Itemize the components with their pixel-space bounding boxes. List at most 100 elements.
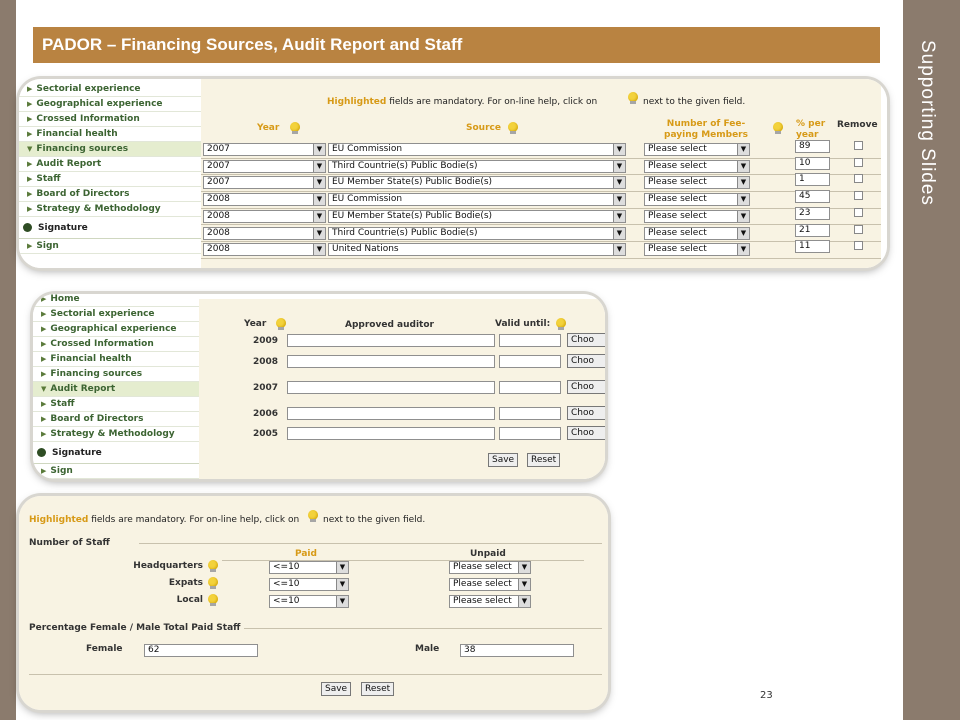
source-select[interactable]: United Nations ▼ [328, 243, 626, 257]
sidebar-item[interactable]: ▶ Sectorial experience [19, 82, 201, 97]
sidebar-item-signature[interactable]: Signature [19, 217, 201, 239]
valid-until-field[interactable] [499, 355, 561, 368]
sidebar-item[interactable]: ▶ Crossed Information [33, 337, 199, 352]
sidebar-item[interactable]: ▶ Staff [33, 397, 199, 412]
remove-checkbox[interactable] [854, 191, 863, 201]
members-select[interactable]: Please select ▼ [644, 159, 750, 173]
sidebar-item[interactable]: ▶ Crossed Information [19, 112, 201, 127]
female-field[interactable]: 62 [144, 644, 258, 657]
reset-button[interactable]: Reset [361, 682, 395, 696]
sidebar-item[interactable]: ▶ Financial health [33, 352, 199, 367]
help-bulb-icon[interactable] [207, 560, 219, 573]
year-help-icon[interactable] [275, 318, 287, 331]
percent-field[interactable]: 11 [795, 240, 830, 254]
choose-button[interactable]: Choo [567, 333, 605, 347]
auditor-field[interactable] [287, 407, 495, 420]
sidebar-item[interactable]: ▶ Board of Directors [33, 412, 199, 427]
unpaid-select[interactable]: Please select ▼ [449, 595, 531, 608]
sidebar-item[interactable]: ▶ Sectorial experience [33, 307, 199, 322]
valid-until-field[interactable] [499, 427, 561, 440]
help-bulb-icon[interactable] [207, 577, 219, 590]
choose-button[interactable]: Choo [567, 426, 605, 440]
sidebar-item[interactable]: ▶ Geographical experience [33, 322, 199, 337]
source-help-icon[interactable] [507, 122, 519, 135]
valid-until-field[interactable] [499, 381, 561, 394]
sidebar-item[interactable]: ▼ Audit Report [33, 382, 199, 397]
sidebar-item-sign[interactable]: ▶ Sign [19, 239, 201, 254]
choose-button[interactable]: Choo [567, 380, 605, 394]
auditor-field[interactable] [287, 334, 495, 347]
help-bulb-icon[interactable] [627, 92, 639, 105]
sidebar-item[interactable]: ▶ Financing sources [33, 367, 199, 382]
percent-field[interactable]: 21 [795, 223, 830, 237]
choose-button[interactable]: Choo [567, 406, 605, 420]
sidebar-item-signature[interactable]: Signature [33, 442, 199, 464]
members-select[interactable]: Please select ▼ [644, 243, 750, 257]
percent-field[interactable]: 89 [795, 140, 830, 153]
sidebar-item[interactable]: ▶ Strategy & Methodology [19, 202, 201, 217]
unpaid-select[interactable]: Please select ▼ [449, 561, 531, 574]
members-select[interactable]: Please select ▼ [644, 176, 750, 190]
arrow-right-icon: ▶ [41, 325, 47, 333]
year-label: 2007 [253, 383, 279, 393]
source-select[interactable]: EU Member State(s) Public Bodie(s) ▼ [328, 176, 626, 190]
remove-checkbox[interactable] [854, 157, 863, 167]
remove-checkbox[interactable] [854, 141, 863, 150]
sidebar-item[interactable]: ▶ Staff [19, 172, 201, 187]
source-select[interactable]: EU Member State(s) Public Bodie(s) ▼ [328, 209, 626, 223]
reset-button[interactable]: Reset [527, 453, 561, 467]
source-select[interactable]: EU Commission ▼ [328, 143, 626, 156]
sidebar-item-sign[interactable]: ▶ Sign [33, 464, 199, 479]
sidebar-item[interactable]: ▶ Audit Report [19, 157, 201, 172]
save-button[interactable]: Save [488, 453, 519, 467]
members-select[interactable]: Please select ▼ [644, 143, 750, 156]
percent-field[interactable]: 1 [795, 173, 830, 187]
sidebar-item[interactable]: ▶ Geographical experience [19, 97, 201, 112]
dropdown-arrow-icon: ▼ [737, 177, 749, 189]
source-select[interactable]: EU Commission ▼ [328, 193, 626, 207]
year-select[interactable]: 2007 ▼ [203, 159, 326, 173]
remove-checkbox[interactable] [854, 241, 863, 251]
valid-help-icon[interactable] [555, 318, 567, 331]
choose-button[interactable]: Choo [567, 354, 605, 368]
percent-field[interactable]: 23 [795, 206, 830, 220]
remove-checkbox[interactable] [854, 207, 863, 217]
sidebar-item[interactable]: ▼ Financing sources [19, 142, 201, 157]
remove-checkbox[interactable] [854, 174, 863, 184]
year-select[interactable]: 2007 ▼ [203, 143, 326, 156]
year-select[interactable]: 2008 ▼ [203, 209, 326, 223]
year-select[interactable]: 2008 ▼ [203, 226, 326, 240]
auditor-field[interactable] [287, 427, 495, 440]
sidebar-item[interactable]: ▶ Board of Directors [19, 187, 201, 202]
percent-field[interactable]: 45 [795, 190, 830, 204]
paid-select[interactable]: <=10 ▼ [269, 595, 349, 608]
male-field[interactable]: 38 [460, 644, 574, 657]
auditor-field[interactable] [287, 381, 495, 394]
source-select[interactable]: Third Countrie(s) Public Bodie(s) ▼ [328, 226, 626, 240]
help-bulb-icon[interactable] [207, 594, 219, 607]
year-select[interactable]: 2008 ▼ [203, 243, 326, 257]
members-select[interactable]: Please select ▼ [644, 226, 750, 240]
source-select[interactable]: Third Countrie(s) Public Bodie(s) ▼ [328, 159, 626, 173]
members-help-icon[interactable] [772, 122, 784, 135]
paid-select[interactable]: <=10 ▼ [269, 578, 349, 591]
remove-checkbox[interactable] [854, 224, 863, 234]
valid-until-field[interactable] [499, 407, 561, 420]
members-select[interactable]: Please select ▼ [644, 209, 750, 223]
year-select[interactable]: 2008 ▼ [203, 193, 326, 207]
percent-field[interactable]: 10 [795, 156, 830, 170]
members-select[interactable]: Please select ▼ [644, 193, 750, 207]
arrow-right-icon: ▶ [41, 467, 47, 475]
year-select[interactable]: 2007 ▼ [203, 176, 326, 190]
paid-select[interactable]: <=10 ▼ [269, 561, 349, 574]
year-help-icon[interactable] [289, 122, 301, 135]
unpaid-select[interactable]: Please select ▼ [449, 578, 531, 591]
sidebar-item[interactable]: ▶ Home [33, 294, 199, 307]
sidebar-item[interactable]: ▶ Financial health [19, 127, 201, 142]
members-value: Please select [648, 160, 707, 171]
valid-until-field[interactable] [499, 334, 561, 347]
help-bulb-icon[interactable] [307, 510, 319, 523]
save-button[interactable]: Save [321, 682, 352, 696]
auditor-field[interactable] [287, 355, 495, 368]
sidebar-item[interactable]: ▶ Strategy & Methodology [33, 427, 199, 442]
